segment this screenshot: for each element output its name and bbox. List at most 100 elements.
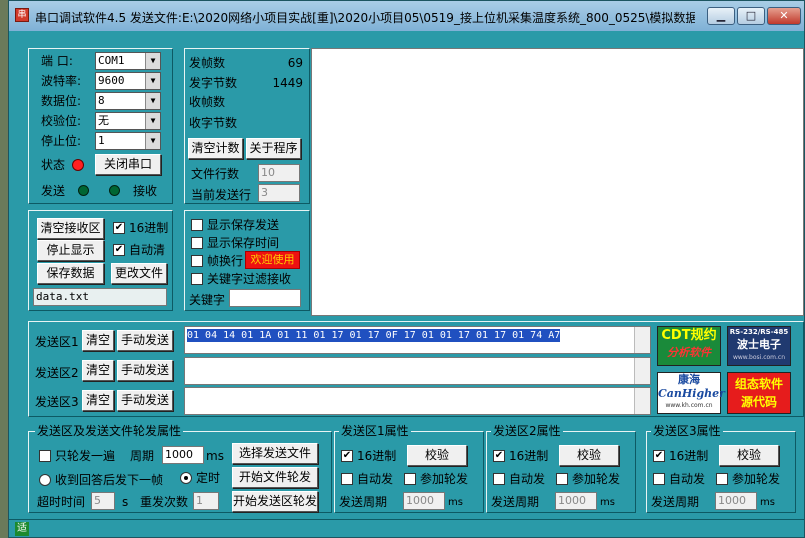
databits-select[interactable]: 8 ▼ xyxy=(95,92,161,110)
file-lines-field[interactable]: 10 xyxy=(258,164,300,182)
area2-verify-button[interactable]: 校验 xyxy=(559,445,619,466)
kanghai-logo[interactable]: 康海 CanHigher www.kh.com.cn xyxy=(657,372,725,414)
clear-count-button[interactable]: 清空计数 xyxy=(188,138,243,159)
start-area-rotation-button[interactable]: 开始发送区轮发 xyxy=(232,491,318,512)
chevron-down-icon[interactable]: ▼ xyxy=(145,73,160,89)
rotation-group: 发送区及发送文件轮发属性 只轮发一遍 周期 1000 ms 收到回答后发下一帧 … xyxy=(28,423,332,513)
send-area-3-manual-button[interactable]: 手动发送 xyxy=(117,390,173,411)
bosi-logo[interactable]: RS-232/RS-485 波士电子 www.bosi.com.cn xyxy=(727,326,791,366)
send-area-3-label: 发送区3 xyxy=(35,395,79,409)
about-button[interactable]: 关于程序 xyxy=(246,138,301,159)
send-once-checkbox[interactable] xyxy=(39,450,51,462)
send-area-1-clear-button[interactable]: 清空 xyxy=(82,330,114,351)
status-led-icon xyxy=(72,159,84,171)
area1-period-label: 发送周期 xyxy=(339,495,388,509)
area1-join-checkbox[interactable] xyxy=(404,473,416,485)
recv-control-panel: 清空接收区 ✔ 16进制 停止显示 ✔ 自动清 保存数据 更改文件 data.t… xyxy=(28,210,173,311)
bosi-logo-line2: 波士电子 xyxy=(737,338,781,351)
filename-field[interactable]: data.txt xyxy=(33,288,167,306)
send-area-2-scrollbar[interactable] xyxy=(634,358,650,384)
timed-radio[interactable] xyxy=(180,472,192,484)
recv-bytes-label: 收字节数 xyxy=(189,116,238,130)
chevron-down-icon[interactable]: ▼ xyxy=(145,53,160,69)
auto-clear-checkbox[interactable]: ✔ xyxy=(113,244,125,256)
kanghai-logo-line2: CanHigher xyxy=(658,387,725,400)
parity-value: 无 xyxy=(98,114,109,127)
cdt-logo[interactable]: CDT规约 分析软件 xyxy=(657,326,721,366)
baud-select[interactable]: 9600 ▼ xyxy=(95,72,161,90)
keyword-filter-label: 关键字过滤接收 xyxy=(207,272,292,286)
minimize-button[interactable]: ▁ xyxy=(707,7,735,25)
area3-verify-button[interactable]: 校验 xyxy=(719,445,779,466)
area2-hex-checkbox[interactable]: ✔ xyxy=(493,450,505,462)
clear-recv-button[interactable]: 清空接收区 xyxy=(37,218,104,239)
area2-period-input[interactable]: 1000 xyxy=(555,492,597,510)
close-button[interactable]: ✕ xyxy=(767,7,801,25)
send-once-label: 只轮发一遍 xyxy=(55,449,116,463)
show-saved-time-checkbox[interactable] xyxy=(191,237,203,249)
databits-label: 数据位: xyxy=(41,94,82,108)
period-input[interactable]: 1000 xyxy=(162,446,204,464)
send-area-2-manual-button[interactable]: 手动发送 xyxy=(117,360,173,381)
save-data-button[interactable]: 保存数据 xyxy=(37,263,104,284)
send-area-2-clear-button[interactable]: 清空 xyxy=(82,360,114,381)
area1-auto-send-checkbox[interactable] xyxy=(341,473,353,485)
file-lines-label: 文件行数 xyxy=(191,167,240,181)
send-area-1-scrollbar[interactable] xyxy=(634,327,650,353)
maximize-button[interactable]: □ xyxy=(737,7,765,25)
send-area-2-textarea[interactable] xyxy=(184,357,651,385)
port-select[interactable]: COM1 ▼ xyxy=(95,52,161,70)
parity-select[interactable]: 无 ▼ xyxy=(95,112,161,130)
timeout-input[interactable]: 5 xyxy=(91,492,115,510)
area3-hex-checkbox[interactable]: ✔ xyxy=(653,450,665,462)
area2-auto-send-label: 自动发 xyxy=(509,472,546,486)
kanghai-logo-line3: www.kh.com.cn xyxy=(665,402,713,409)
chevron-down-icon[interactable]: ▼ xyxy=(145,133,160,149)
chevron-down-icon[interactable]: ▼ xyxy=(145,113,160,129)
send-area-3-textarea[interactable] xyxy=(184,387,651,415)
send-area-1-textarea[interactable]: 01 04 14 01 1A 01 11 01 17 01 17 0F 17 0… xyxy=(184,326,651,354)
cdt-logo-line1: CDT规约 xyxy=(661,328,717,343)
area1-hex-checkbox[interactable]: ✔ xyxy=(341,450,353,462)
start-file-rotation-button[interactable]: 开始文件轮发 xyxy=(232,467,318,488)
app-window: 串 串口调试软件4.5 发送文件:E:\2020网络小项目实战[重]\2020小… xyxy=(8,0,805,538)
title-bar[interactable]: 串 串口调试软件4.5 发送文件:E:\2020网络小项目实战[重]\2020小… xyxy=(9,1,804,31)
current-line-field[interactable]: 3 xyxy=(258,184,300,202)
area3-join-checkbox[interactable] xyxy=(716,473,728,485)
area1-verify-button[interactable]: 校验 xyxy=(407,445,467,466)
chevron-down-icon[interactable]: ▼ xyxy=(145,93,160,109)
area1-props-title: 发送区1属性 xyxy=(339,423,411,439)
line-wrap-checkbox[interactable] xyxy=(191,255,203,267)
select-file-button[interactable]: 选择发送文件 xyxy=(232,443,318,464)
receive-textarea[interactable] xyxy=(311,48,804,316)
hex-recv-checkbox[interactable]: ✔ xyxy=(113,222,125,234)
send-area-3-clear-button[interactable]: 清空 xyxy=(82,390,114,411)
keyword-filter-checkbox[interactable] xyxy=(191,273,203,285)
repeat-input[interactable]: 1 xyxy=(193,492,219,510)
stopbits-label: 停止位: xyxy=(41,134,82,148)
bosi-logo-line3: www.bosi.com.cn xyxy=(732,354,786,361)
show-saved-send-checkbox[interactable] xyxy=(191,219,203,231)
area2-join-checkbox[interactable] xyxy=(556,473,568,485)
show-saved-time-label: 显示保存时间 xyxy=(207,236,280,250)
area3-period-input[interactable]: 1000 xyxy=(715,492,757,510)
keyword-input[interactable] xyxy=(229,289,301,307)
timeout-label: 超时时间 xyxy=(37,495,86,509)
close-port-button[interactable]: 关闭串口 xyxy=(95,154,161,175)
display-options-panel: 显示保存发送 显示保存时间 帧换行 欢迎使用 关键字过滤接收 关键字 xyxy=(184,210,310,311)
config-software-logo[interactable]: 组态软件 源代码 xyxy=(727,372,791,414)
area2-auto-send-checkbox[interactable] xyxy=(493,473,505,485)
stopbits-select[interactable]: 1 ▼ xyxy=(95,132,161,150)
send-area-1-manual-button[interactable]: 手动发送 xyxy=(117,330,173,351)
area1-period-input[interactable]: 1000 xyxy=(403,492,445,510)
stop-display-button[interactable]: 停止显示 xyxy=(37,240,104,261)
reply-next-radio[interactable] xyxy=(39,474,51,486)
window-title: 串口调试软件4.5 发送文件:E:\2020网络小项目实战[重]\2020小项目… xyxy=(35,11,695,25)
area3-join-label: 参加轮发 xyxy=(732,472,781,486)
area3-auto-send-checkbox[interactable] xyxy=(653,473,665,485)
status-bar-icon: 适 xyxy=(15,522,29,536)
change-file-button[interactable]: 更改文件 xyxy=(111,263,167,284)
recv-led-icon xyxy=(109,185,120,196)
line-wrap-label: 帧换行 xyxy=(207,254,244,268)
send-area-3-scrollbar[interactable] xyxy=(634,388,650,414)
